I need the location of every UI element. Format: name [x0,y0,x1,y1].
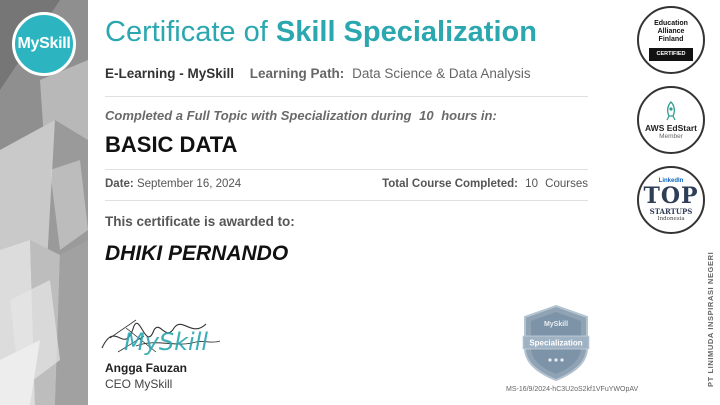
logo-text: MySkill [17,35,71,52]
learning-path-label: Learning Path: [249,66,345,81]
completion-hours: 10 [419,108,434,123]
signature-text: MySkill [124,328,208,356]
total-count: 10 [525,178,538,190]
divider-bottom [105,200,588,201]
divider-top [105,96,588,97]
indonesia-word: Indonesia [657,215,685,222]
signature: MySkill [101,319,221,356]
divider-middle [105,169,588,170]
topic-title: BASIC DATA [105,132,238,157]
date-label: Date: [105,178,134,190]
certificate-title: Certificate of Skill Specialization [105,16,537,49]
efa-certified-bar: CERTIFIED [649,47,693,61]
signer-name: Angga Fauzan [105,361,188,375]
learning-path-value: Data Science & Data Analysis [352,66,531,81]
awarded-label: This certificate is awarded to: [105,214,295,229]
shield-label-text: Specialization [529,339,582,348]
date-row: Date: September 16, 2024 [105,178,241,190]
completion-statement: Completed a Full Topic with Specializati… [105,108,497,123]
myskill-logo: MySkill [12,12,76,76]
company-vertical-text: PT LINIMUDA INSPIRASI NEGERI [706,251,715,387]
specialization-shield-badge: MySkill Specialization [522,304,590,382]
certificate: MySkill Certificate of Skill Specializat… [0,0,720,405]
completion-text-after: hours in: [441,108,497,123]
title-prefix: Certificate of [105,16,268,48]
subtitle: E-Learning - MySkill Learning Path: Data… [105,66,531,81]
date-value: September 16, 2024 [136,178,242,190]
efa-line-2: Alliance [657,27,685,35]
total-courses-row: Total Course Completed: 10 Courses [382,178,588,190]
aws-edstart-badge: AWS EdStart Member [637,86,705,154]
completion-text-before: Completed a Full Topic with Specializati… [105,108,412,123]
startups-word: STARTUPS [649,206,693,216]
linkedin-top-startups-badge: LinkedIn TOP STARTUPS Indonesia [637,166,705,234]
total-label: Total Course Completed: [382,178,518,190]
recipient-name: DHIKI PERNANDO [105,242,289,265]
rocket-icon [666,100,676,120]
education-alliance-finland-badge: Education Alliance Finland CERTIFIED [637,6,705,74]
signer-role: CEO MySkill [105,377,173,391]
organization-name: E-Learning - MySkill [105,66,235,81]
total-unit: Courses [545,178,588,190]
aws-title: AWS EdStart [645,122,697,133]
aws-subtitle: Member [659,132,683,140]
top-word: TOP [643,182,699,209]
efa-line-3: Finland [658,35,684,43]
certificate-id: MS-16/9/2024-hC3U2oS2kf1VFuYWOpAV [506,386,639,393]
title-emphasis: Skill Specialization [275,16,537,48]
shield-brand-text: MySkill [544,321,568,328]
efa-line-1: Education [654,19,688,27]
